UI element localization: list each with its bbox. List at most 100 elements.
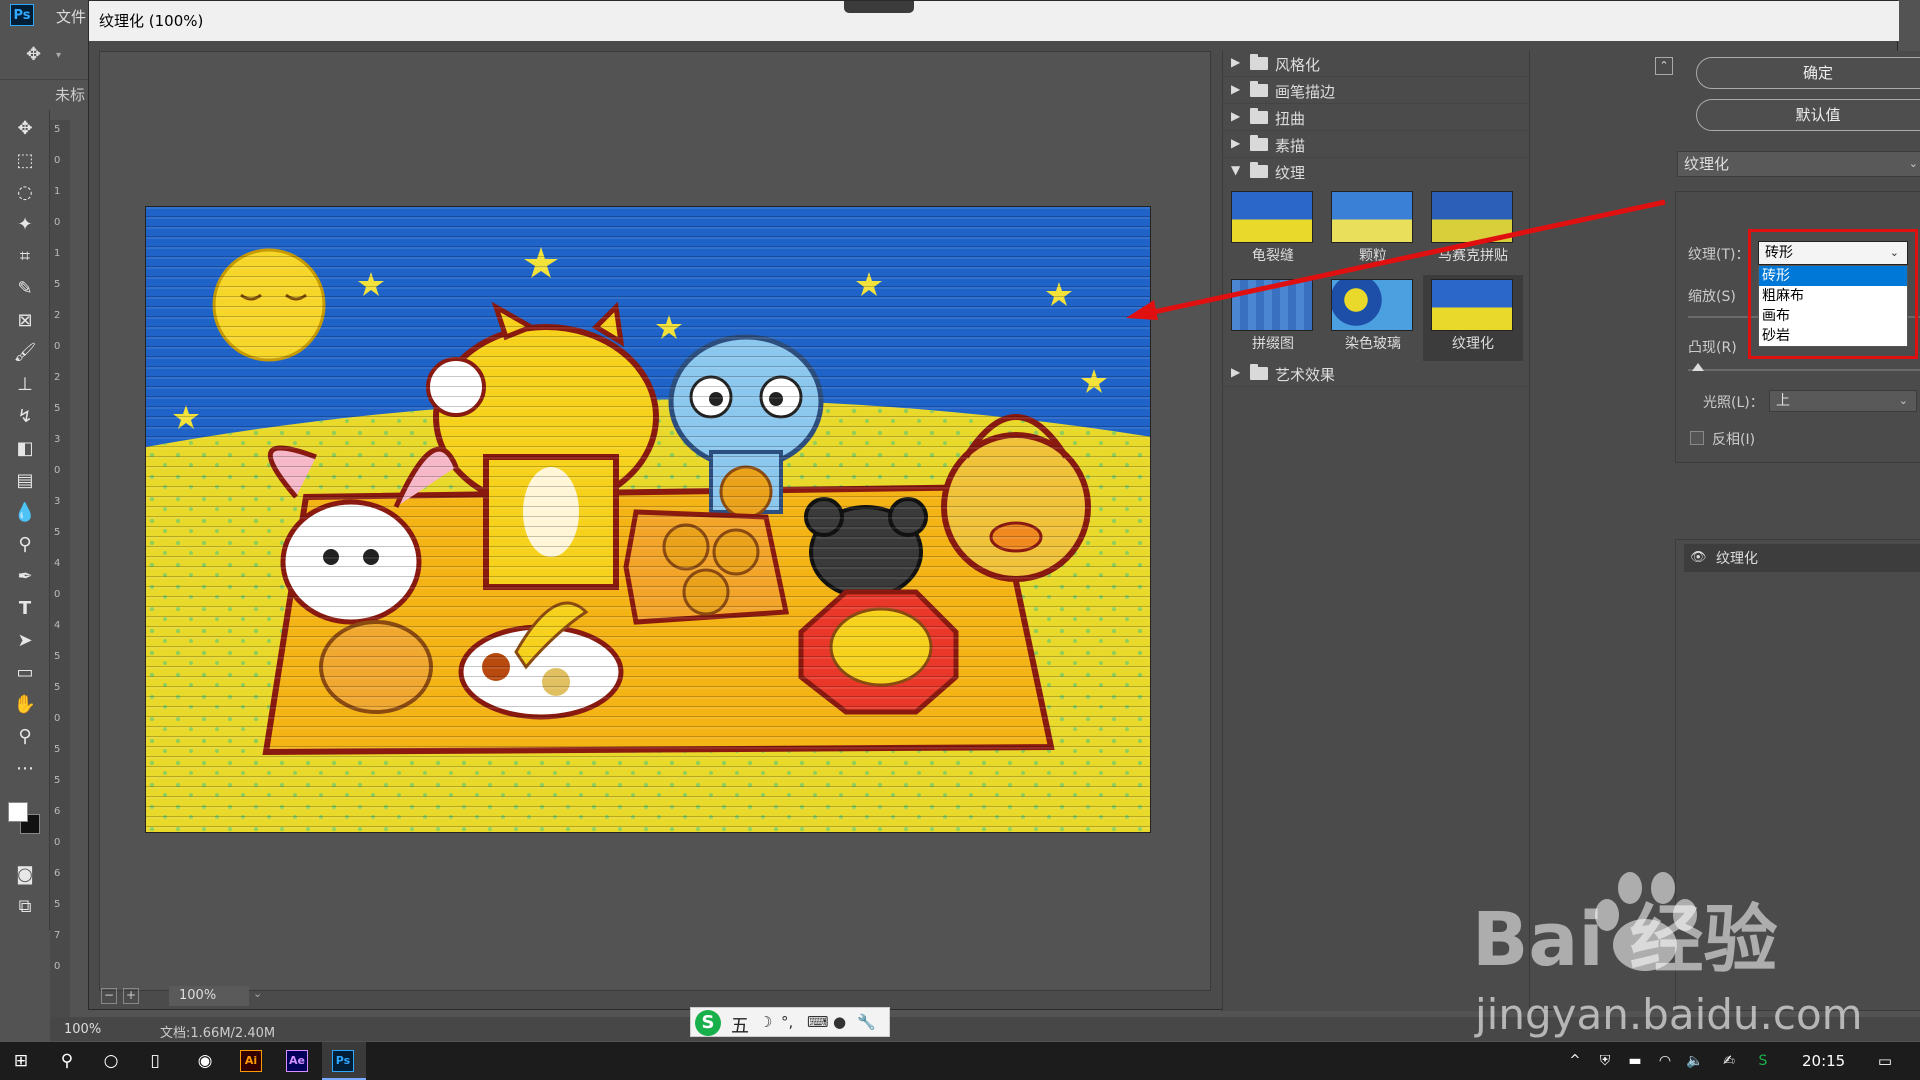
photoshop-logo-icon: Ps — [10, 4, 34, 26]
light-select[interactable]: 上 ⌄ — [1769, 390, 1917, 412]
expand-arrow-icon[interactable]: ▶ — [1231, 82, 1240, 96]
relief-slider-thumb[interactable] — [1692, 363, 1704, 371]
lasso-tool-icon[interactable]: ◌ — [12, 180, 38, 206]
dodge-tool-icon[interactable]: ⚲ — [12, 532, 38, 558]
zoom-tool-icon[interactable]: ⚲ — [12, 724, 38, 750]
category-label: 纹理 — [1275, 164, 1306, 182]
keyboard-icon[interactable]: ⌨ — [807, 1013, 829, 1031]
illustrator-icon[interactable]: Ai — [240, 1050, 262, 1072]
security-icon[interactable]: ⛨ — [1594, 1050, 1616, 1072]
filter-select[interactable]: 纹理化 ⌄ — [1677, 151, 1920, 177]
highlight-box — [1748, 229, 1918, 359]
thumb-label: 纹理化 — [1452, 336, 1494, 352]
effect-layer-row[interactable]: 👁 纹理化 — [1684, 544, 1920, 572]
category-label: 风格化 — [1275, 56, 1321, 74]
folder-icon — [1250, 54, 1268, 70]
zoom-in-button[interactable]: + — [123, 988, 139, 1004]
invert-checkbox[interactable] — [1690, 431, 1704, 445]
chevron-down-icon: ⌄ — [1908, 157, 1918, 170]
after-effects-icon[interactable]: Ae — [286, 1050, 308, 1072]
quick-mask-icon[interactable]: ◙ — [12, 862, 38, 888]
category-distort[interactable]: ▶ 扭曲 — [1223, 105, 1531, 131]
filter-gallery-dialog: 纹理化 (100%) − + 100% ⌄ ▶ 风格化 ▶ 画笔描边 ▶ 扭曲 … — [88, 0, 1920, 1011]
wrench-icon[interactable]: 🔧 — [857, 1013, 876, 1031]
stamp-tool-icon[interactable]: ⊥ — [12, 372, 38, 398]
magic-wand-tool-icon[interactable]: ✦ — [12, 212, 38, 238]
path-select-tool-icon[interactable]: ➤ — [12, 628, 38, 654]
default-button[interactable]: 默认值 — [1696, 99, 1920, 131]
expand-arrow-icon[interactable]: ▶ — [1231, 365, 1240, 379]
windows-start-icon[interactable]: ⊞ — [10, 1050, 32, 1072]
eyedropper-tool-icon[interactable]: ✎ — [12, 276, 38, 302]
chevron-down-icon[interactable]: ⌄ — [253, 987, 262, 1000]
zoom-out-button[interactable]: − — [101, 988, 117, 1004]
zoom-level-select[interactable]: 100% — [169, 986, 249, 1006]
notification-icon[interactable]: ▭ — [1874, 1050, 1896, 1072]
hand-tool-icon[interactable]: ✋ — [12, 692, 38, 718]
search-icon[interactable]: ⚲ — [56, 1050, 78, 1072]
blur-tool-icon[interactable]: 💧 — [12, 500, 38, 526]
menu-file[interactable]: 文件 — [56, 6, 86, 27]
chevron-down-icon[interactable]: ▾ — [56, 50, 61, 61]
punctuation-icon[interactable]: °, — [781, 1013, 793, 1031]
category-label: 画笔描边 — [1275, 83, 1336, 101]
ruler-digit: 0 — [54, 837, 61, 848]
battery-icon[interactable]: ▬ — [1624, 1050, 1646, 1072]
moon-icon[interactable]: ☽ — [759, 1013, 772, 1031]
expand-arrow-icon[interactable]: ▶ — [1231, 55, 1240, 69]
screen-mode-icon[interactable]: ⧉ — [12, 894, 38, 920]
ruler-digit: 5 — [54, 651, 61, 662]
sogou-tray-icon[interactable]: S — [1752, 1050, 1774, 1072]
color-swatches-icon[interactable] — [6, 800, 42, 836]
volume-icon[interactable]: 🔈 — [1684, 1050, 1706, 1072]
pen-icon[interactable]: ✍ — [1718, 1050, 1740, 1072]
gradient-tool-icon[interactable]: ▤ — [12, 468, 38, 494]
type-tool-icon[interactable]: T — [12, 596, 38, 622]
history-brush-icon[interactable]: ↯ — [12, 404, 38, 430]
category-texture[interactable]: ▼ 纹理 — [1223, 159, 1531, 185]
ruler-digit: 0 — [54, 465, 61, 476]
brush-tool-icon[interactable]: 🖌 — [12, 340, 38, 366]
expand-arrow-icon[interactable]: ▶ — [1231, 136, 1240, 150]
dialog-title: 纹理化 (100%) — [89, 1, 1899, 41]
ok-button[interactable]: 确定 — [1696, 57, 1920, 89]
category-sketch[interactable]: ▶ 素描 — [1223, 132, 1531, 158]
marquee-tool-icon[interactable]: ⬚ — [12, 148, 38, 174]
relief-slider[interactable] — [1688, 369, 1920, 371]
more-tools-icon[interactable]: ⋯ — [12, 756, 38, 782]
sogou-logo-icon[interactable]: S — [695, 1010, 721, 1036]
frame-tool-icon[interactable]: ⊠ — [12, 308, 38, 334]
ruler-digit: 0 — [54, 155, 61, 166]
cortana-icon[interactable]: ○ — [100, 1050, 122, 1072]
category-brush-strokes[interactable]: ▶ 画笔描边 — [1223, 78, 1531, 104]
ruler-digit: 5 — [54, 403, 61, 414]
move-tool-icon[interactable]: ✥ — [12, 116, 38, 142]
expand-arrow-icon[interactable]: ▶ — [1231, 109, 1240, 123]
pen-tool-icon[interactable]: ✒ — [12, 564, 38, 590]
ime-mode[interactable]: 五 — [731, 1012, 749, 1038]
move-tool-option-icon[interactable]: ✥ — [26, 44, 41, 65]
ruler-digit: 2 — [54, 310, 61, 321]
annotation-arrow — [1126, 199, 1666, 320]
crop-tool-icon[interactable]: ⌗ — [12, 244, 38, 270]
collapse-arrow-icon[interactable]: ▼ — [1231, 163, 1240, 177]
show-hidden-icons[interactable]: ^ — [1564, 1050, 1586, 1072]
eye-icon[interactable]: 👁 — [1690, 550, 1707, 566]
taskbar-ps-active[interactable]: Ps — [322, 1042, 366, 1080]
folder-icon — [1250, 364, 1268, 380]
user-icon[interactable]: ● — [833, 1013, 846, 1031]
category-stylize[interactable]: ▶ 风格化 — [1223, 51, 1531, 77]
ruler-digit: 5 — [54, 899, 61, 910]
collapse-panel-icon[interactable]: ⌃ — [1655, 57, 1673, 75]
category-artistic[interactable]: ▶ 艺术效果 — [1223, 361, 1531, 387]
chrome-icon[interactable]: ◉ — [194, 1050, 216, 1072]
rectangle-tool-icon[interactable]: ▭ — [12, 660, 38, 686]
ruler-digit: 5 — [54, 527, 61, 538]
task-view-icon[interactable]: ▯ — [144, 1050, 166, 1072]
photoshop-icon[interactable]: Ps — [332, 1050, 354, 1072]
preview-area[interactable] — [99, 51, 1211, 991]
eraser-tool-icon[interactable]: ◧ — [12, 436, 38, 462]
ruler-digit: 1 — [54, 186, 61, 197]
network-icon[interactable]: ◠ — [1654, 1050, 1676, 1072]
options-bar: ✥ ▾ — [0, 30, 90, 80]
